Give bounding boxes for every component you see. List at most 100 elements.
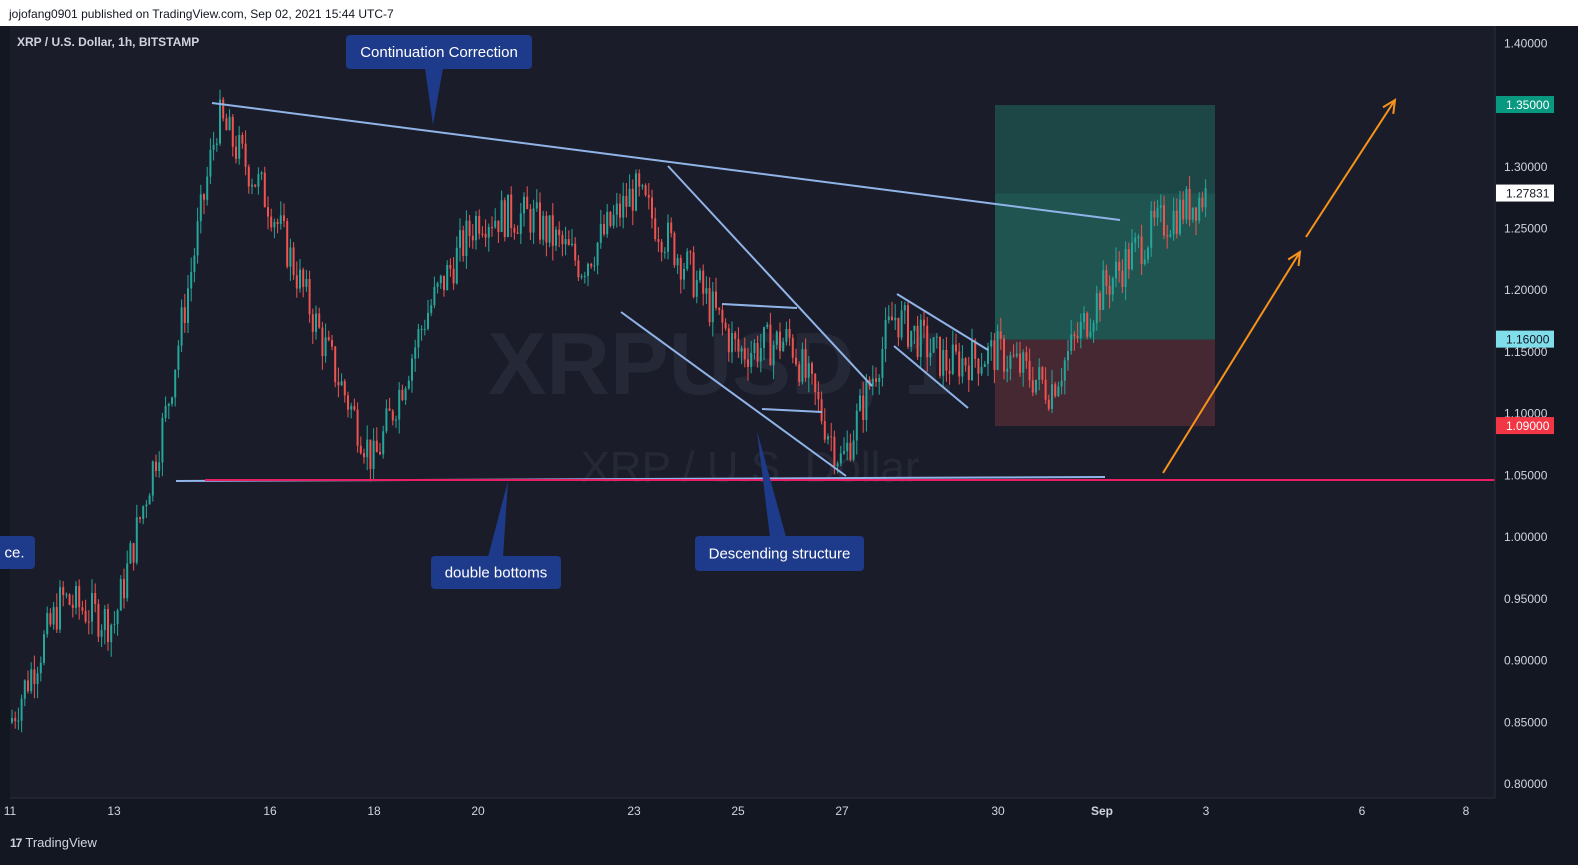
candle-body [1099, 293, 1101, 310]
candle [686, 248, 689, 272]
candle-body [446, 264, 449, 291]
candle [548, 215, 551, 248]
tradingview-logo[interactable]: 17 TradingView [10, 835, 97, 850]
candle-body [887, 316, 890, 321]
candle-body [689, 251, 692, 253]
candle-body [718, 307, 721, 310]
stop-zone [995, 339, 1215, 427]
candle-body [401, 389, 404, 400]
candle-body [151, 461, 154, 496]
candle-body [363, 453, 365, 458]
candle-body [1191, 207, 1194, 220]
candle-body [500, 200, 503, 232]
candle-body [964, 358, 967, 366]
candle-body [356, 409, 359, 446]
candle-body [564, 239, 567, 245]
candle [129, 540, 132, 564]
candle-body [769, 324, 772, 366]
candle-body [715, 291, 717, 308]
candle-body [123, 579, 125, 599]
candle-body [1038, 367, 1041, 380]
candle-body [1140, 236, 1143, 265]
candle-body [382, 431, 385, 455]
candle-body [574, 243, 577, 261]
candle-body [465, 220, 468, 256]
candle-body [420, 328, 423, 330]
candle-body [94, 592, 97, 605]
candle-body [830, 436, 833, 438]
candle-body [929, 352, 932, 358]
candle-body [436, 283, 439, 287]
candle-body [1015, 353, 1018, 357]
candle-body [1188, 188, 1191, 220]
candle-body [27, 680, 29, 692]
candle-body [663, 251, 666, 253]
candle-body [558, 229, 561, 236]
entry-badge-label: 1.16000 [1506, 333, 1550, 347]
candle-body [11, 718, 13, 723]
candle-body [1204, 188, 1207, 208]
candle-body [625, 195, 628, 207]
price-tick-label: 0.80000 [1504, 777, 1548, 791]
candle-body [948, 370, 951, 374]
candle-body [238, 134, 241, 159]
candle-body [785, 328, 788, 342]
candle-body [631, 188, 634, 211]
stop-price-badge: 1.09000 [1496, 417, 1554, 435]
candle-body [676, 257, 679, 266]
candle-body [535, 202, 538, 209]
candle-body [100, 630, 103, 637]
candle-body [452, 268, 455, 284]
candle-body [763, 327, 765, 348]
candle-body [423, 328, 426, 330]
candle-body [859, 395, 861, 411]
candle-body [884, 320, 887, 349]
candle-body [910, 330, 913, 347]
candle-body [743, 348, 746, 360]
price-tick-label: 1.40000 [1504, 36, 1548, 50]
candle-body [1108, 285, 1111, 295]
candle-body [862, 395, 865, 420]
candle-body [337, 382, 340, 386]
candle-body [52, 607, 55, 625]
candle-body [638, 173, 641, 187]
candle-body [286, 221, 289, 267]
candle-body [475, 216, 477, 241]
candle-body [23, 680, 26, 699]
candle-body [1070, 334, 1073, 351]
candle-body [110, 624, 113, 643]
candle-body [135, 517, 138, 563]
candle [356, 402, 359, 453]
candle-body [1092, 323, 1095, 332]
candle-body [606, 211, 609, 235]
candle-body [353, 405, 356, 410]
publisher-text: jojofang0901 published on TradingView.co… [9, 7, 394, 21]
time-tick-label: 27 [835, 804, 849, 818]
candle-body [779, 331, 781, 352]
candle-body [193, 255, 196, 272]
candle-body [327, 337, 330, 341]
price-chart[interactable]: XRPUSD, 1 XRP / U.S. Dollar Continuation… [0, 26, 1578, 828]
candle-body [171, 397, 173, 404]
candle [673, 231, 676, 268]
candle-body [1060, 380, 1063, 387]
candle-body [1067, 350, 1069, 361]
candle-body [926, 325, 929, 358]
candle-body [331, 340, 333, 347]
candle-body [324, 337, 327, 357]
candle-body [219, 99, 221, 144]
candle-body [843, 451, 845, 454]
candle-body [577, 260, 580, 278]
candle-body [62, 587, 65, 596]
candle-body [1102, 270, 1105, 310]
candle [932, 336, 935, 354]
candle-body [1121, 270, 1124, 287]
candle-body [759, 347, 762, 362]
candle-body [551, 215, 554, 246]
candle-body [311, 314, 314, 332]
cut-off-note-text: ce. [4, 545, 24, 562]
candle-body [737, 339, 740, 352]
symbol-title: XRP / U.S. Dollar, 1h, BITSTAMP [17, 35, 199, 49]
stop-badge-label: 1.09000 [1506, 419, 1550, 433]
candle [59, 580, 61, 633]
